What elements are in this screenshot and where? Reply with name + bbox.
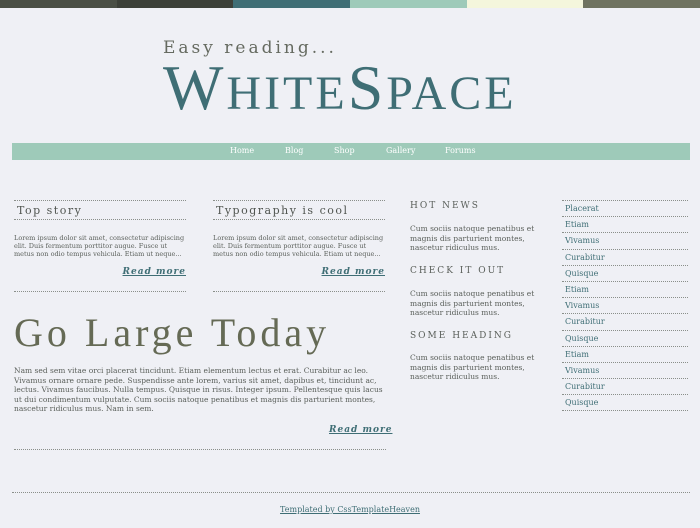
- link-list-item[interactable]: Quisque: [562, 266, 688, 282]
- sidebar-link-list: Placerat Etiam Vivamus Curabitur Quisque…: [562, 200, 688, 412]
- divider: [14, 291, 186, 292]
- sidebar-text: Cum sociis natoque penatibus et magnis d…: [410, 353, 535, 381]
- stripe-segment: [350, 0, 467, 8]
- read-more-link[interactable]: Read more: [123, 267, 186, 277]
- nav-gallery[interactable]: Gallery: [386, 146, 415, 155]
- logo-letter-s: S: [347, 52, 387, 123]
- box-title: Typography is cool: [213, 200, 385, 220]
- logo-letters-pace: PACE: [386, 67, 517, 120]
- link-list-item[interactable]: Etiam: [562, 347, 688, 363]
- read-more-link[interactable]: Read more: [329, 425, 392, 435]
- stripe-segment: [233, 0, 351, 8]
- link-list-item[interactable]: Curabitur: [562, 250, 688, 266]
- stripe-segment: [466, 0, 584, 8]
- read-more-link[interactable]: Read more: [322, 267, 385, 277]
- divider: [213, 291, 385, 292]
- top-color-stripe: [0, 0, 700, 8]
- feature-text: Nam sed sem vitae orci placerat tincidun…: [14, 366, 383, 413]
- link-list-item[interactable]: Quisque: [562, 395, 688, 412]
- nav-forums[interactable]: Forums: [445, 146, 476, 155]
- sidebar-heading: CHECK IT OUT: [410, 266, 506, 276]
- box-text: Lorem ipsum dolor sit amet, consectetur …: [14, 234, 185, 258]
- link-list-item[interactable]: Vivamus: [562, 363, 688, 380]
- main-nav: Home Blog Shop Gallery Forums: [12, 143, 690, 160]
- link-list-item[interactable]: Etiam: [562, 217, 688, 234]
- nav-blog[interactable]: Blog: [285, 146, 303, 155]
- nav-home[interactable]: Home: [230, 146, 254, 155]
- sidebar-heading: HOT NEWS: [410, 201, 480, 211]
- link-list-item[interactable]: Curabitur: [562, 379, 688, 396]
- site-logo[interactable]: WHITESPACE: [163, 56, 517, 126]
- sidebar-text: Cum sociis natoque penatibus et magnis d…: [410, 289, 535, 317]
- sidebar-heading: SOME HEADING: [410, 331, 513, 341]
- typography-box: Typography is cool Lorem ipsum dolor sit…: [213, 200, 385, 280]
- logo-letter-w: W: [163, 52, 227, 123]
- nav-shop[interactable]: Shop: [334, 146, 355, 155]
- stripe-segment: [583, 0, 700, 8]
- link-list-item[interactable]: Etiam: [562, 282, 688, 299]
- logo-letters-hite: HITE: [226, 67, 348, 120]
- link-list-item[interactable]: Quisque: [562, 331, 688, 347]
- divider: [14, 449, 386, 450]
- link-list-item[interactable]: Placerat: [562, 200, 688, 218]
- box-text: Lorem ipsum dolor sit amet, consectetur …: [213, 234, 384, 258]
- link-list-item[interactable]: Vivamus: [562, 298, 688, 315]
- footer-credit-link[interactable]: Templated by CssTemplateHeaven: [0, 505, 700, 514]
- footer-divider: [12, 492, 690, 493]
- box-title: Top story: [14, 200, 186, 220]
- link-list-item[interactable]: Curabitur: [562, 314, 688, 331]
- top-story-box: Top story Lorem ipsum dolor sit amet, co…: [14, 200, 186, 280]
- stripe-segment: [116, 0, 234, 8]
- stripe-segment: [0, 0, 117, 8]
- sidebar-text: Cum sociis natoque penatibus et magnis d…: [410, 224, 535, 252]
- link-list-item[interactable]: Vivamus: [562, 233, 688, 250]
- feature-title: Go Large Today: [14, 310, 331, 355]
